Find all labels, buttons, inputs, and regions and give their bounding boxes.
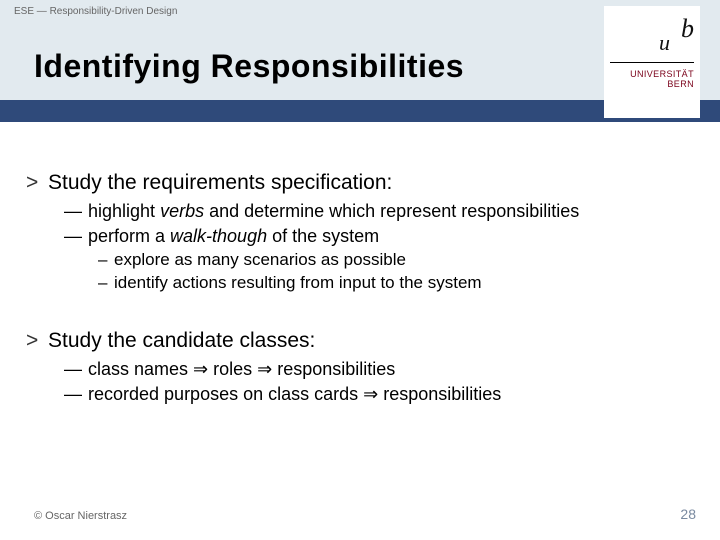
slide: ESE — Responsibility-Driven Design Ident… xyxy=(0,0,720,540)
bullet-text: identify actions resulting from input to… xyxy=(114,272,482,293)
bullet-text: perform a walk-though of the system xyxy=(88,225,379,248)
bullet-text: highlight verbs and determine which repr… xyxy=(88,200,579,223)
bullet-text: recorded purposes on class cards ⇒ respo… xyxy=(88,383,501,406)
university-logo: b u UNIVERSITÄT BERN xyxy=(604,6,700,118)
logo-divider xyxy=(610,62,694,63)
emdash-icon: — xyxy=(64,383,88,406)
bullet-text: class names ⇒ roles ⇒ responsibilities xyxy=(88,358,395,381)
emdash-icon: — xyxy=(64,225,88,248)
emdash-icon: — xyxy=(64,200,88,223)
spacer xyxy=(26,294,694,328)
chevron-right-icon: > xyxy=(26,328,48,354)
bullet-lvl1: > Study the requirements specification: xyxy=(26,170,694,196)
emdash-icon: — xyxy=(64,358,88,381)
bullet-lvl2: — perform a walk-though of the system xyxy=(64,225,694,248)
chevron-right-icon: > xyxy=(26,170,48,196)
bullet-lvl1: > Study the candidate classes: xyxy=(26,328,694,354)
bullet-lvl2: — class names ⇒ roles ⇒ responsibilities xyxy=(64,358,694,381)
logo-letter-b: b xyxy=(681,14,694,44)
endash-icon: – xyxy=(98,272,114,293)
bullet-lvl3: – identify actions resulting from input … xyxy=(98,272,694,293)
bullet-lvl2: — highlight verbs and determine which re… xyxy=(64,200,694,223)
bullet-text: Study the candidate classes: xyxy=(48,328,315,354)
bullet-lvl2: — recorded purposes on class cards ⇒ res… xyxy=(64,383,694,406)
bullet-text: explore as many scenarios as possible xyxy=(114,249,406,270)
page-number: 28 xyxy=(680,506,696,522)
logo-letter-u: u xyxy=(659,30,670,56)
slide-body: > Study the requirements specification: … xyxy=(26,170,694,407)
bullet-text: Study the requirements specification: xyxy=(48,170,392,196)
footer-copyright: © Oscar Nierstrasz xyxy=(34,510,127,522)
endash-icon: – xyxy=(98,249,114,270)
logo-wordmark: UNIVERSITÄT BERN xyxy=(610,70,694,90)
logo-line2: BERN xyxy=(610,80,694,90)
breadcrumb: ESE — Responsibility-Driven Design xyxy=(14,6,177,17)
bullet-lvl3: – explore as many scenarios as possible xyxy=(98,249,694,270)
page-title: Identifying Responsibilities xyxy=(34,48,464,85)
